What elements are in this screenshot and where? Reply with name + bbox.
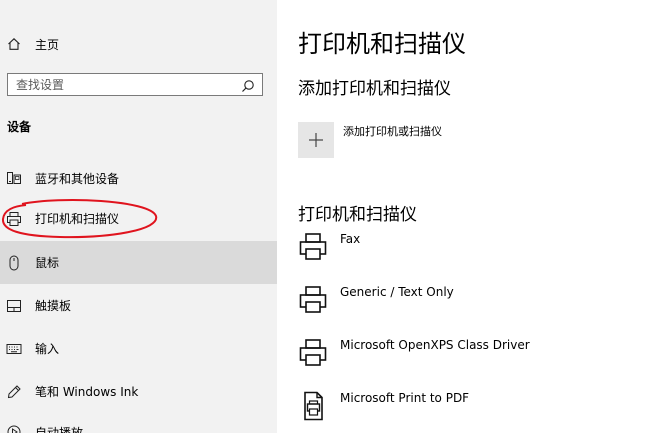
printer-icon <box>299 286 327 313</box>
sidebar-item-label: 输入 <box>35 342 60 356</box>
autoplay-icon <box>6 424 22 433</box>
annotation-ellipse <box>2 199 158 239</box>
printers-section-title: 打印机和扫描仪 <box>298 205 417 225</box>
printer-item-openxps[interactable]: Microsoft OpenXPS Class Driver <box>298 338 638 378</box>
page-title: 打印机和扫描仪 <box>298 30 466 58</box>
section-header-devices: 设备 <box>7 120 32 134</box>
printer-item-generic[interactable]: Generic / Text Only <box>298 285 638 325</box>
search-icon[interactable] <box>241 78 255 92</box>
search-box[interactable] <box>7 73 263 96</box>
home-icon <box>6 36 22 52</box>
sidebar-item-input[interactable]: 输入 <box>0 327 277 370</box>
bluetooth-devices-icon <box>6 170 22 186</box>
printer-item-pdf[interactable]: Microsoft Print to PDF <box>298 391 638 431</box>
main-panel: 打印机和扫描仪 添加打印机和扫描仪 添加打印机或扫描仪 打印机和扫描仪 Fax … <box>277 0 650 433</box>
plus-icon <box>309 133 323 147</box>
sidebar-item-home[interactable]: 主页 <box>0 33 277 55</box>
add-printer-button[interactable] <box>298 122 334 158</box>
add-section-title: 添加打印机和扫描仪 <box>298 79 451 99</box>
keyboard-icon <box>6 341 22 357</box>
sidebar-item-pen[interactable]: 笔和 Windows Ink <box>0 370 277 413</box>
sidebar-item-label: 笔和 Windows Ink <box>35 385 139 399</box>
sidebar-item-bluetooth[interactable]: 蓝牙和其他设备 <box>0 166 277 190</box>
pen-icon <box>6 384 22 400</box>
sidebar-item-mouse[interactable]: 鼠标 <box>0 241 277 284</box>
printer-item-fax[interactable]: Fax <box>298 232 638 272</box>
pdf-printer-icon <box>304 391 323 421</box>
sidebar-item-label: 主页 <box>35 37 60 52</box>
printer-name: Microsoft Print to PDF <box>340 391 470 405</box>
sidebar-item-touchpad[interactable]: 触摸板 <box>0 284 277 327</box>
add-printer-label[interactable]: 添加打印机或扫描仪 <box>343 123 442 139</box>
sidebar-item-autoplay[interactable]: 自动播放 <box>0 420 277 433</box>
sidebar-item-label: 鼠标 <box>35 256 60 270</box>
sidebar-item-label: 自动播放 <box>35 425 84 433</box>
sidebar: 主页 设备 蓝牙和其他设备 打印机和扫描仪 鼠标 触摸板 <box>0 0 277 433</box>
printer-icon <box>299 233 327 260</box>
printer-icon <box>299 339 327 366</box>
mouse-icon <box>6 255 22 271</box>
printer-name: Microsoft OpenXPS Class Driver <box>340 338 530 352</box>
search-input[interactable] <box>16 77 236 93</box>
touchpad-icon <box>6 298 22 314</box>
printer-name: Generic / Text Only <box>340 285 454 299</box>
sidebar-item-label: 蓝牙和其他设备 <box>35 171 120 186</box>
sidebar-item-label: 触摸板 <box>35 299 72 313</box>
printer-name: Fax <box>340 232 361 246</box>
